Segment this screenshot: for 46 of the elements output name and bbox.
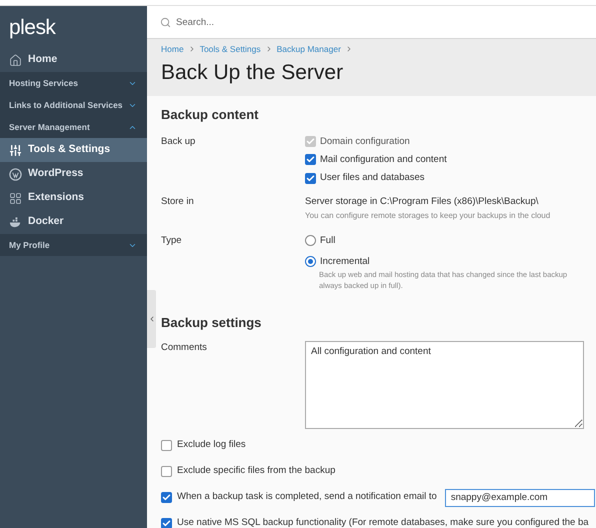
hint-text: You can configure remote storages to keep your backups in the cloud: [305, 210, 550, 222]
checkbox[interactable]: [161, 492, 172, 503]
checkbox[interactable]: [161, 440, 172, 451]
sidebar-item[interactable]: Extensions: [0, 186, 147, 210]
checkbox[interactable]: [305, 172, 316, 184]
checkbox-label: When a backup task is completed, send a notification email to: [177, 490, 437, 504]
checkbox[interactable]: [305, 154, 316, 166]
sidebar-group[interactable]: Links to Additional Services: [0, 94, 147, 116]
logo: plesk: [9, 16, 56, 38]
sidebar-item[interactable]: Docker: [0, 210, 147, 234]
field-label: Type: [161, 234, 183, 248]
grid-icon: [9, 192, 22, 204]
radio-label: Incremental: [320, 254, 370, 269]
checkbox-label: Domain configuration: [320, 134, 410, 148]
comments-field[interactable]: All configuration and content: [305, 340, 584, 428]
checkbox-label: Exclude specific files from the backup: [177, 464, 336, 478]
sidebar-group[interactable]: My Profile: [0, 234, 147, 256]
sidebar-item[interactable]: WordPress: [0, 162, 147, 186]
section-heading: Backup settings: [161, 314, 262, 332]
field-label: Comments: [161, 340, 208, 354]
radio-label: Full: [320, 234, 336, 248]
home-icon: [9, 54, 22, 66]
radio-button[interactable]: [305, 235, 316, 246]
whale-icon: [9, 216, 22, 228]
sidebar-item[interactable]: Home: [0, 48, 147, 72]
section-heading: Backup content: [161, 106, 260, 124]
collapse-handle[interactable]: [147, 290, 156, 348]
checkbox-label: Mail configuration and content: [320, 152, 447, 167]
checkbox[interactable]: [161, 466, 172, 477]
checkbox[interactable]: [161, 518, 172, 528]
checkbox-label: Exclude log files: [177, 438, 246, 452]
field-label: Back up: [161, 134, 196, 148]
field-label: Store in: [161, 195, 195, 210]
circle-logo-icon: [9, 168, 22, 180]
checkbox-label: Use native MS SQL backup functionality (For remote databases, make sure you configured the ba: [177, 516, 589, 528]
sidebar-group[interactable]: Server Management: [0, 116, 147, 138]
radio-button[interactable]: [305, 256, 316, 268]
checkbox-label: User files and databases: [320, 171, 425, 185]
sliders-icon: [9, 144, 22, 156]
sidebar-item[interactable]: Tools & Settings: [0, 138, 147, 162]
search-field[interactable]: Search...: [147, 6, 596, 39]
sidebar-group[interactable]: Hosting Services: [0, 72, 147, 94]
storage-path: Server storage in C:\Program Files (x86)\Plesk\Backup\: [305, 195, 540, 210]
email-field[interactable]: snappy@example.com: [444, 488, 595, 506]
page-title: Back Up the Server: [161, 62, 344, 83]
search-icon: [160, 17, 171, 28]
